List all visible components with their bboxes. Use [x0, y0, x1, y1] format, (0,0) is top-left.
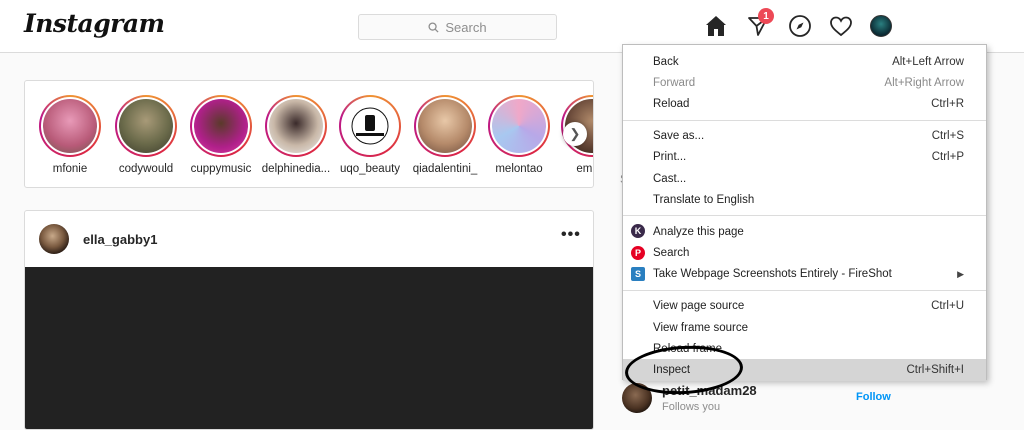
menu-item-label: Cast...	[653, 172, 687, 185]
story-item[interactable]: melontao	[484, 95, 554, 175]
menu-item-view-frame-source[interactable]: View frame source	[623, 317, 986, 338]
menu-item-label: Search	[653, 247, 690, 260]
story-username: cuppymusic	[190, 163, 252, 175]
menu-item-shortcut: Alt+Right Arrow	[884, 76, 964, 89]
story-ring	[39, 95, 101, 157]
story-avatar	[269, 99, 323, 153]
menu-item-label: Forward	[653, 76, 696, 89]
story-ring	[488, 95, 550, 157]
search-input[interactable]: Search	[358, 14, 557, 40]
follow-button[interactable]: Follow	[856, 391, 891, 403]
more-options-icon[interactable]: •••	[561, 226, 581, 244]
menu-item-label: Translate to English	[653, 193, 755, 206]
menu-item-analyze[interactable]: K Analyze this page	[623, 221, 986, 242]
menu-item-cast[interactable]: Cast...	[623, 168, 986, 189]
story-ring	[115, 95, 177, 157]
story-avatar	[119, 99, 173, 153]
menu-item-label: View frame source	[653, 321, 749, 334]
story-ring	[190, 95, 252, 157]
menu-item-label: Reload	[653, 97, 690, 110]
chevron-right-icon: ❯	[569, 126, 581, 141]
story-username: melontao	[495, 163, 543, 175]
heart-icon[interactable]	[829, 14, 853, 38]
menu-separator	[623, 289, 986, 291]
search-icon	[428, 21, 439, 33]
menu-item-label: Save as...	[653, 130, 705, 143]
menu-item-pinterest-search[interactable]: P Search	[623, 243, 986, 264]
story-avatar	[343, 99, 397, 153]
k-extension-icon: K	[631, 224, 645, 239]
explore-icon[interactable]	[788, 14, 812, 38]
story-ring	[339, 95, 401, 157]
story-username: emihe	[576, 163, 593, 175]
story-item[interactable]: uqo_beauty	[335, 95, 405, 175]
suggestion-subtitle: Follows you	[662, 401, 721, 413]
menu-item-save-as[interactable]: Save as... Ctrl+S	[623, 126, 986, 147]
post-header: ella_gabby1 •••	[25, 211, 593, 267]
story-avatar	[194, 99, 248, 153]
stories-tray: mfonie codywould cuppymusic delphinedia.…	[24, 80, 594, 188]
feed-post: ella_gabby1 •••	[24, 210, 594, 430]
story-username: mfonie	[52, 163, 88, 175]
menu-item-view-source[interactable]: View page source Ctrl+U	[623, 296, 986, 317]
story-username: codywould	[118, 163, 174, 175]
story-username: uqo_beauty	[339, 163, 401, 175]
pinterest-icon: P	[631, 245, 645, 260]
menu-item-shortcut: Ctrl+Shift+I	[906, 364, 964, 377]
menu-item-shortcut: Ctrl+P	[931, 151, 964, 164]
story-username: delphinedia...	[261, 163, 331, 175]
story-item[interactable]: codywould	[111, 95, 181, 175]
direct-messages-button[interactable]: 1	[746, 8, 774, 38]
home-icon[interactable]	[704, 14, 728, 38]
menu-item-label: Back	[653, 55, 679, 68]
menu-item-label: Take Webpage Screenshots Entirely - Fire…	[653, 268, 892, 281]
story-avatar	[492, 99, 546, 153]
post-username[interactable]: ella_gabby1	[83, 232, 157, 247]
menu-item-translate[interactable]: Translate to English	[623, 189, 986, 210]
menu-item-forward[interactable]: Forward Alt+Right Arrow	[623, 72, 986, 93]
story-username: qiadalentini_	[412, 163, 478, 175]
menu-item-label: View page source	[653, 300, 745, 313]
notification-badge: 1	[758, 8, 774, 24]
story-item[interactable]: delphinedia...	[261, 95, 331, 175]
menu-item-label: Analyze this page	[653, 225, 744, 238]
menu-item-shortcut: Ctrl+U	[931, 300, 964, 313]
menu-separator	[623, 119, 986, 121]
browser-context-menu: Back Alt+Left Arrow Forward Alt+Right Arro…	[622, 44, 987, 381]
raised-fist-logo-icon	[351, 107, 389, 145]
post-media[interactable]	[25, 267, 593, 429]
menu-item-print[interactable]: Print... Ctrl+P	[623, 147, 986, 168]
menu-item-shortcut: Alt+Left Arrow	[892, 55, 964, 68]
search-placeholder: Search	[445, 19, 487, 35]
avatar	[870, 15, 892, 37]
menu-item-shortcut: Ctrl+S	[931, 130, 964, 143]
fireshot-icon: S	[631, 266, 645, 281]
stories-next-button[interactable]: ❯	[563, 122, 587, 146]
story-ring	[414, 95, 476, 157]
story-item[interactable]: cuppymusic	[186, 95, 256, 175]
submenu-arrow-icon: ▶	[957, 268, 964, 279]
instagram-logo[interactable]: Instagram	[24, 9, 165, 38]
story-item[interactable]: mfonie	[35, 95, 105, 175]
menu-item-label: Print...	[653, 151, 687, 164]
story-avatar	[43, 99, 97, 153]
menu-separator	[623, 215, 986, 217]
menu-item-back[interactable]: Back Alt+Left Arrow	[623, 51, 986, 72]
profile-avatar[interactable]	[870, 15, 894, 39]
story-ring	[265, 95, 327, 157]
avatar[interactable]	[39, 224, 69, 254]
story-item[interactable]: qiadalentini_	[410, 95, 480, 175]
menu-item-shortcut: Ctrl+R	[931, 97, 964, 110]
story-avatar	[418, 99, 472, 153]
menu-item-fireshot[interactable]: S Take Webpage Screenshots Entirely - Fir…	[623, 264, 986, 285]
menu-item-reload[interactable]: Reload Ctrl+R	[623, 93, 986, 114]
